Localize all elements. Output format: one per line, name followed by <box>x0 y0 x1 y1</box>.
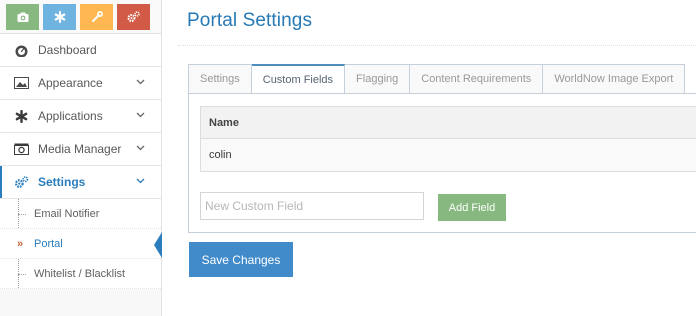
camera-icon <box>12 141 30 157</box>
settings-tabs: Settings Custom Fields Flagging Content … <box>188 64 686 95</box>
submenu-item-label: Email Notifier <box>34 207 100 220</box>
sidebar-item-dashboard[interactable]: Dashboard <box>0 34 161 67</box>
chevron-down-icon <box>136 178 145 184</box>
tree-dash <box>18 214 26 215</box>
shortcut-camera-button[interactable] <box>6 4 39 30</box>
table-header-name[interactable]: Name <box>201 107 696 139</box>
table-row[interactable]: colin <box>201 139 696 171</box>
cogs-icon <box>12 174 30 190</box>
add-field-button[interactable]: Add Field <box>438 194 506 221</box>
save-changes-button[interactable]: Save Changes <box>189 242 293 277</box>
tab-flagging[interactable]: Flagging <box>345 64 411 94</box>
tab-settings[interactable]: Settings <box>188 64 252 94</box>
submenu-item-whitelist-blacklist[interactable]: Whitelist / Blacklist <box>0 259 161 289</box>
submenu-item-label: Whitelist / Blacklist <box>34 267 126 280</box>
picture-icon <box>12 75 30 91</box>
sidebar-item-label: Dashboard <box>38 43 97 57</box>
wrench-icon <box>91 11 103 22</box>
sidebar-item-applications[interactable]: Applications <box>0 100 161 133</box>
chevron-down-icon <box>136 112 145 118</box>
shortcut-cogs-button[interactable] <box>117 4 150 30</box>
sidebar-shortcuts <box>0 0 161 34</box>
active-item-arrow <box>154 232 162 258</box>
tab-worldnow-image-export[interactable]: WorldNow Image Export <box>543 64 686 94</box>
chevron-down-icon <box>136 79 145 85</box>
sidebar-item-appearance[interactable]: Appearance <box>0 67 161 100</box>
sidebar-item-settings[interactable]: Settings <box>0 166 161 199</box>
submenu-item-email-notifier[interactable]: Email Notifier <box>0 199 161 229</box>
dashboard-icon <box>12 42 30 58</box>
sidebar: Dashboard Appearance Applications Media … <box>0 0 162 316</box>
cogs-icon <box>127 11 140 22</box>
page-title: Portal Settings <box>187 10 313 31</box>
submenu-item-portal[interactable]: » Portal <box>0 229 161 259</box>
shortcut-wrench-button[interactable] <box>80 4 113 30</box>
chevron-down-icon <box>136 145 145 151</box>
submenu-item-label: Portal <box>34 237 63 250</box>
settings-submenu: Email Notifier » Portal Whitelist / Blac… <box>0 199 161 289</box>
main-content: Portal Settings Settings Custom Fields F… <box>174 0 696 316</box>
double-chevron-right-icon: » <box>17 238 24 250</box>
tab-content-requirements[interactable]: Content Requirements <box>410 64 544 94</box>
tree-dash <box>18 274 26 275</box>
camera-icon <box>17 12 28 22</box>
asterisk-icon <box>12 108 30 124</box>
asterisk-icon <box>54 11 65 23</box>
new-custom-field-input[interactable] <box>200 192 424 220</box>
title-divider <box>178 45 696 46</box>
tab-custom-fields[interactable]: Custom Fields <box>251 64 346 95</box>
shortcut-asterisk-button[interactable] <box>43 4 76 30</box>
custom-fields-panel: Name colin Add Field <box>188 93 696 233</box>
sidebar-item-media-manager[interactable]: Media Manager <box>0 133 161 166</box>
custom-fields-table: Name colin <box>200 106 696 172</box>
